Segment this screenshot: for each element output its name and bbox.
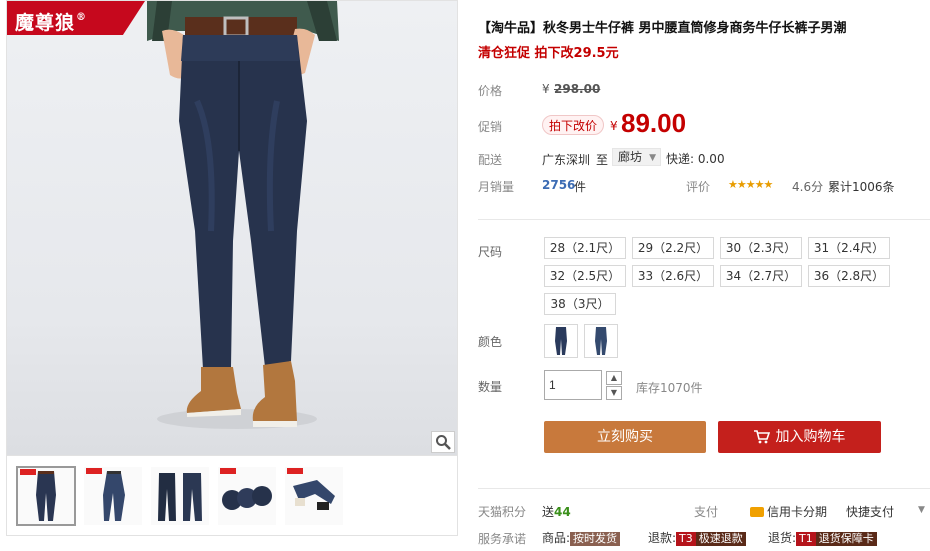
service-return: 退货: T1 退货保障卡 bbox=[768, 529, 877, 546]
payment-label: 支付 bbox=[694, 505, 719, 519]
size-option-33[interactable]: 33（2.6尺） bbox=[632, 265, 714, 287]
price-label: 价格 bbox=[478, 84, 503, 98]
brand-reg-mark: ® bbox=[76, 12, 88, 23]
service-label: 服务承诺 bbox=[478, 532, 527, 546]
review-count-link[interactable]: 累计1006条 bbox=[828, 178, 895, 195]
shipping-fee: 快递: 0.00 bbox=[666, 152, 725, 166]
size-label: 尺码 bbox=[478, 245, 503, 259]
thumbnail-4[interactable] bbox=[217, 466, 277, 526]
buy-now-button[interactable]: 立刻购买 bbox=[544, 421, 706, 453]
shipping-label: 配送 bbox=[478, 153, 503, 167]
product-subtitle: 清仓狂促 拍下改29.5元 bbox=[478, 46, 619, 61]
size-option-38[interactable]: 38（3尺） bbox=[544, 293, 616, 315]
service-goods-label: 商品: bbox=[542, 531, 571, 545]
service-refund-label: 退款: bbox=[648, 531, 677, 545]
promo-tag: 拍下改价 bbox=[542, 115, 605, 135]
points-label: 天猫积分 bbox=[478, 505, 527, 519]
shipping-to-word: 至 bbox=[596, 153, 609, 167]
credit-card-icon bbox=[750, 507, 764, 517]
thumbnail-5[interactable] bbox=[284, 466, 344, 526]
destination-select[interactable]: 廊坊 ▼ bbox=[612, 148, 662, 166]
service-return-badge[interactable]: 退货保障卡 bbox=[815, 532, 877, 546]
service-refund-badge[interactable]: 极速退款 bbox=[695, 532, 746, 546]
rating-stars-icon: ★★★★★ bbox=[728, 178, 773, 191]
brand-logo: 魔尊狼® bbox=[7, 1, 145, 35]
brand-name: 魔尊狼 bbox=[15, 12, 76, 34]
points-text: 送44 bbox=[542, 503, 571, 520]
size-option-36[interactable]: 36（2.8尺） bbox=[808, 265, 890, 287]
quantity-decrease-button[interactable]: ▼ bbox=[606, 386, 622, 400]
service-goods-badge[interactable]: 按时发货 bbox=[570, 532, 621, 546]
destination-value: 廊坊 bbox=[618, 150, 643, 164]
add-to-cart-button[interactable]: 加入购物车 bbox=[718, 421, 881, 453]
credit-installment[interactable]: 信用卡分期 bbox=[750, 503, 827, 520]
quantity-increase-button[interactable]: ▲ bbox=[606, 371, 622, 385]
size-option-31[interactable]: 31（2.4尺） bbox=[808, 237, 890, 259]
stock-count: 库存1070件 bbox=[636, 381, 703, 395]
thumbnail-3[interactable] bbox=[150, 466, 210, 526]
cart-icon bbox=[753, 424, 770, 456]
color-option-2[interactable] bbox=[584, 324, 618, 358]
monthly-sales-unit: 件 bbox=[574, 180, 587, 194]
promo-currency: ¥ bbox=[610, 119, 618, 133]
zoom-icon[interactable] bbox=[431, 431, 455, 453]
divider bbox=[478, 219, 930, 220]
color-label: 颜色 bbox=[478, 335, 503, 349]
product-info-panel: 【淘牛品】秋冬男士牛仔裤 男中腰直筒修身商务牛仔长裤子男潮 清仓狂促 拍下改29… bbox=[478, 0, 930, 551]
service-goods: 商品: 按时发货 bbox=[542, 529, 621, 546]
size-option-34[interactable]: 34（2.7尺） bbox=[720, 265, 802, 287]
rating-score: 4.6分 bbox=[792, 180, 824, 194]
size-option-28[interactable]: 28（2.1尺） bbox=[544, 237, 626, 259]
price-currency: ¥ bbox=[542, 82, 550, 96]
product-page: 魔尊狼® 【淘牛品】秋冬男士牛仔裤 男中腰直筒修身商务牛仔长裤子男潮 清仓狂促 … bbox=[0, 0, 930, 551]
points-value: 44 bbox=[554, 505, 571, 519]
quantity-input[interactable] bbox=[544, 370, 602, 400]
original-price: 298.00 bbox=[554, 82, 601, 96]
thumbnail-1[interactable] bbox=[16, 466, 76, 526]
service-return-code: T1 bbox=[796, 532, 816, 546]
payment-more-chevron-icon[interactable]: ▼ bbox=[918, 505, 925, 515]
product-title: 【淘牛品】秋冬男士牛仔裤 男中腰直筒修身商务牛仔长裤子男潮 bbox=[478, 21, 847, 36]
divider bbox=[478, 488, 930, 489]
promo-label: 促销 bbox=[478, 120, 503, 134]
credit-installment-label: 信用卡分期 bbox=[767, 505, 828, 519]
size-option-32[interactable]: 32（2.5尺） bbox=[544, 265, 626, 287]
rating-label: 评价 bbox=[686, 180, 711, 194]
add-to-cart-label: 加入购物车 bbox=[775, 429, 846, 445]
points-prefix: 送 bbox=[542, 505, 555, 519]
service-refund-code: T3 bbox=[676, 532, 696, 546]
monthly-sales-label: 月销量 bbox=[478, 180, 515, 194]
main-product-image[interactable]: 魔尊狼® bbox=[6, 0, 458, 456]
shipping-from: 广东深圳 bbox=[542, 153, 591, 167]
monthly-sales-count: 2756 bbox=[542, 178, 576, 192]
color-option-1[interactable] bbox=[544, 324, 578, 358]
service-refund: 退款: T3 极速退款 bbox=[648, 529, 746, 546]
thumbnail-strip bbox=[6, 456, 458, 536]
promo-price: 89.00 bbox=[621, 108, 687, 138]
service-return-label: 退货: bbox=[768, 531, 797, 545]
chevron-down-icon: ▼ bbox=[649, 153, 657, 163]
size-option-29[interactable]: 29（2.2尺） bbox=[632, 237, 714, 259]
quantity-label: 数量 bbox=[478, 380, 503, 394]
size-option-30[interactable]: 30（2.3尺） bbox=[720, 237, 802, 259]
quick-pay[interactable]: 快捷支付 bbox=[846, 503, 894, 520]
thumbnail-2[interactable] bbox=[83, 466, 143, 526]
jeans-model-photo bbox=[147, 1, 339, 429]
